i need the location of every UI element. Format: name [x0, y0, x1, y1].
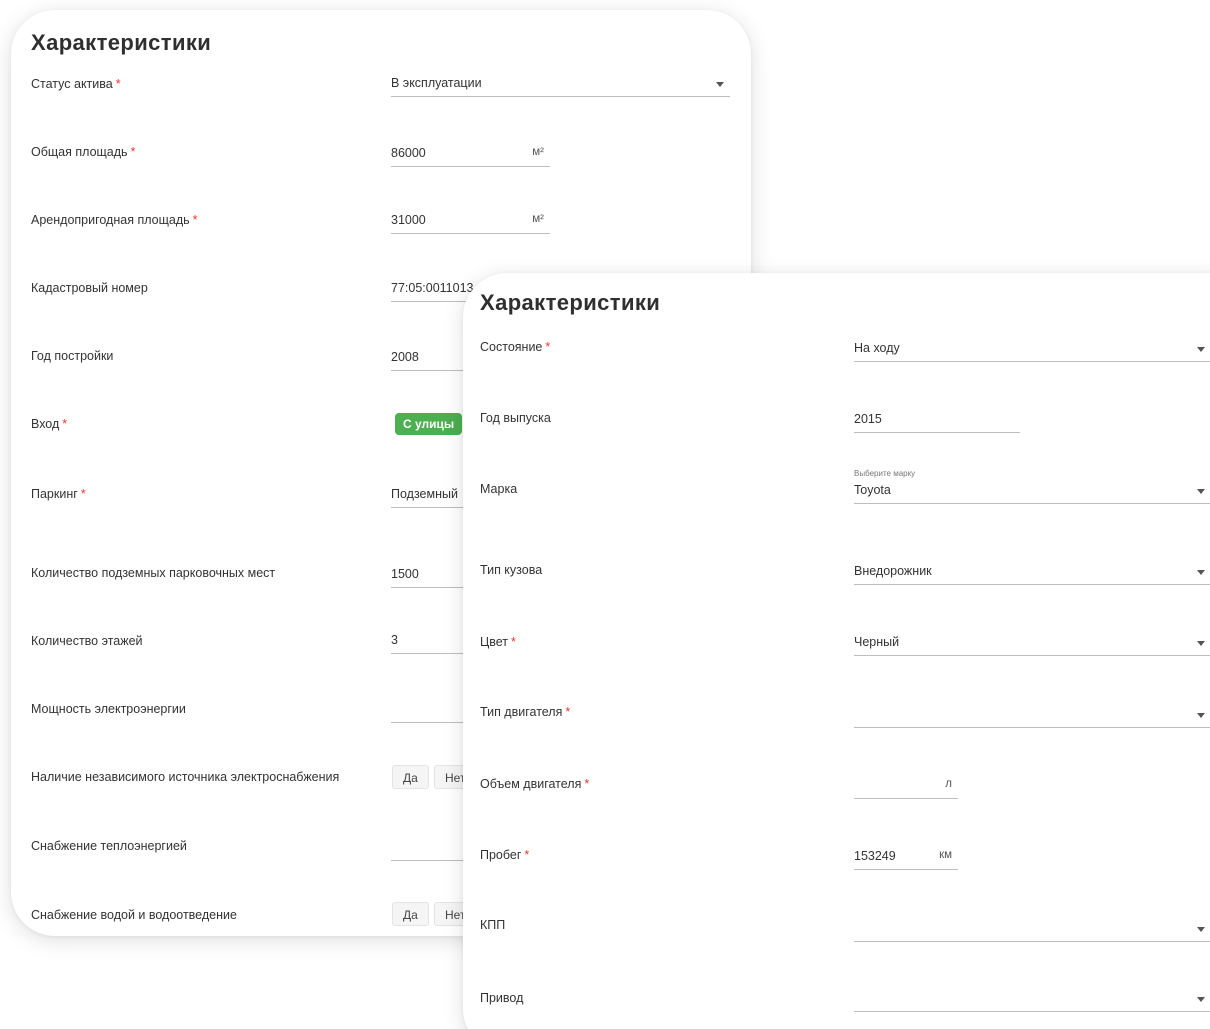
body-type-label: Тип кузова — [480, 563, 543, 577]
card-title: Характеристики — [480, 290, 661, 315]
dropdown-arrow-icon — [1197, 347, 1205, 352]
total-area-label: Общая площадь * — [31, 145, 136, 159]
release-year-value: 2015 — [854, 412, 882, 426]
condition-label: Состояние * — [480, 340, 551, 354]
total-area-value: 86000 — [391, 146, 426, 160]
release-year-label: Год выпуска — [480, 411, 551, 425]
dropdown-arrow-icon — [1197, 927, 1205, 932]
gearbox-label: КПП — [480, 918, 506, 932]
water-supply-yes-button[interactable]: Да — [392, 902, 429, 926]
asset-status-label: Статус актива * — [31, 77, 121, 91]
underground-spots-label: Количество подземных парковочных мест — [31, 566, 276, 580]
gearbox-select[interactable] — [854, 918, 1210, 942]
engine-volume-unit: л — [945, 778, 952, 790]
dropdown-arrow-icon — [1197, 713, 1205, 718]
engine-volume-input[interactable]: л — [854, 775, 958, 799]
dropdown-arrow-icon — [716, 82, 724, 87]
required-mark: * — [62, 417, 68, 431]
engine-type-label: Тип двигателя * — [480, 705, 571, 719]
parking-value: Подземный — [391, 487, 458, 501]
asset-status-value: В эксплуатации — [391, 76, 482, 90]
drive-select[interactable] — [854, 988, 1210, 1012]
build-year-label: Год постройки — [31, 349, 114, 363]
floors-label: Количество этажей — [31, 634, 143, 648]
required-mark: * — [565, 705, 571, 719]
area-unit: м² — [532, 146, 544, 158]
entrance-chip[interactable]: С улицы — [395, 413, 463, 435]
independent-power-label: Наличие независимого источника электросн… — [31, 770, 340, 784]
release-year-input[interactable]: 2015 — [854, 409, 1020, 433]
required-mark: * — [192, 213, 198, 227]
cadastral-number-value: 77:05:0011013 — [391, 281, 474, 295]
mileage-unit: км — [939, 849, 952, 861]
brand-select[interactable]: Выберите марку Toyota — [854, 469, 1210, 504]
rentable-area-label: Арендопригодная площадь * — [31, 213, 198, 227]
color-value: Черный — [854, 635, 900, 649]
mileage-input[interactable]: 153249 км — [854, 846, 958, 870]
card-title: Характеристики — [31, 30, 212, 55]
vehicle-characteristics-card: Характеристики Состояние * На ходу Год вы… — [463, 273, 1210, 1029]
engine-type-select[interactable] — [854, 704, 1210, 728]
build-year-value: 2008 — [391, 350, 419, 364]
heat-supply-label: Снабжение теплоэнергией — [31, 839, 187, 853]
water-supply-label: Снабжение водой и водоотведение — [31, 908, 237, 922]
total-area-input[interactable]: 86000 м² — [391, 143, 550, 167]
dropdown-arrow-icon — [1197, 997, 1205, 1002]
brand-value: Toyota — [854, 483, 891, 497]
drive-label: Привод — [480, 991, 524, 1005]
required-mark: * — [115, 77, 121, 91]
condition-value: На ходу — [854, 341, 900, 355]
required-mark: * — [511, 635, 516, 649]
parking-label: Паркинг * — [31, 487, 86, 501]
independent-power-yes-button[interactable]: Да — [392, 765, 429, 789]
required-mark: * — [524, 848, 530, 862]
dropdown-arrow-icon — [1197, 489, 1205, 494]
power-label: Мощность электроэнергии — [31, 702, 186, 716]
entrance-label: Вход * — [31, 417, 68, 431]
rentable-area-input[interactable]: 31000 м² — [391, 210, 550, 234]
underground-spots-value: 1500 — [391, 567, 419, 581]
required-mark: * — [130, 145, 136, 159]
mileage-label: Пробег * — [480, 848, 530, 862]
color-select[interactable]: Черный — [854, 632, 1210, 656]
engine-volume-label: Объем двигателя * — [480, 777, 590, 791]
required-mark: * — [545, 340, 551, 354]
floors-value: 3 — [391, 633, 398, 647]
asset-status-select[interactable]: В эксплуатации — [391, 73, 730, 97]
dropdown-arrow-icon — [1197, 570, 1205, 575]
mileage-value: 153249 — [854, 849, 896, 863]
color-label: Цвет * — [480, 635, 516, 649]
body-type-select[interactable]: Внедорожник — [854, 561, 1210, 585]
required-mark: * — [80, 487, 86, 501]
brand-floating-label: Выберите марку — [854, 469, 916, 478]
area-unit: м² — [532, 213, 544, 225]
brand-label: Марка — [480, 482, 518, 496]
dropdown-arrow-icon — [1197, 641, 1205, 646]
rentable-area-value: 31000 — [391, 213, 426, 227]
condition-select[interactable]: На ходу — [854, 338, 1210, 362]
required-mark: * — [584, 777, 590, 791]
cadastral-number-label: Кадастровый номер — [31, 281, 148, 295]
body-type-value: Внедорожник — [854, 564, 932, 578]
